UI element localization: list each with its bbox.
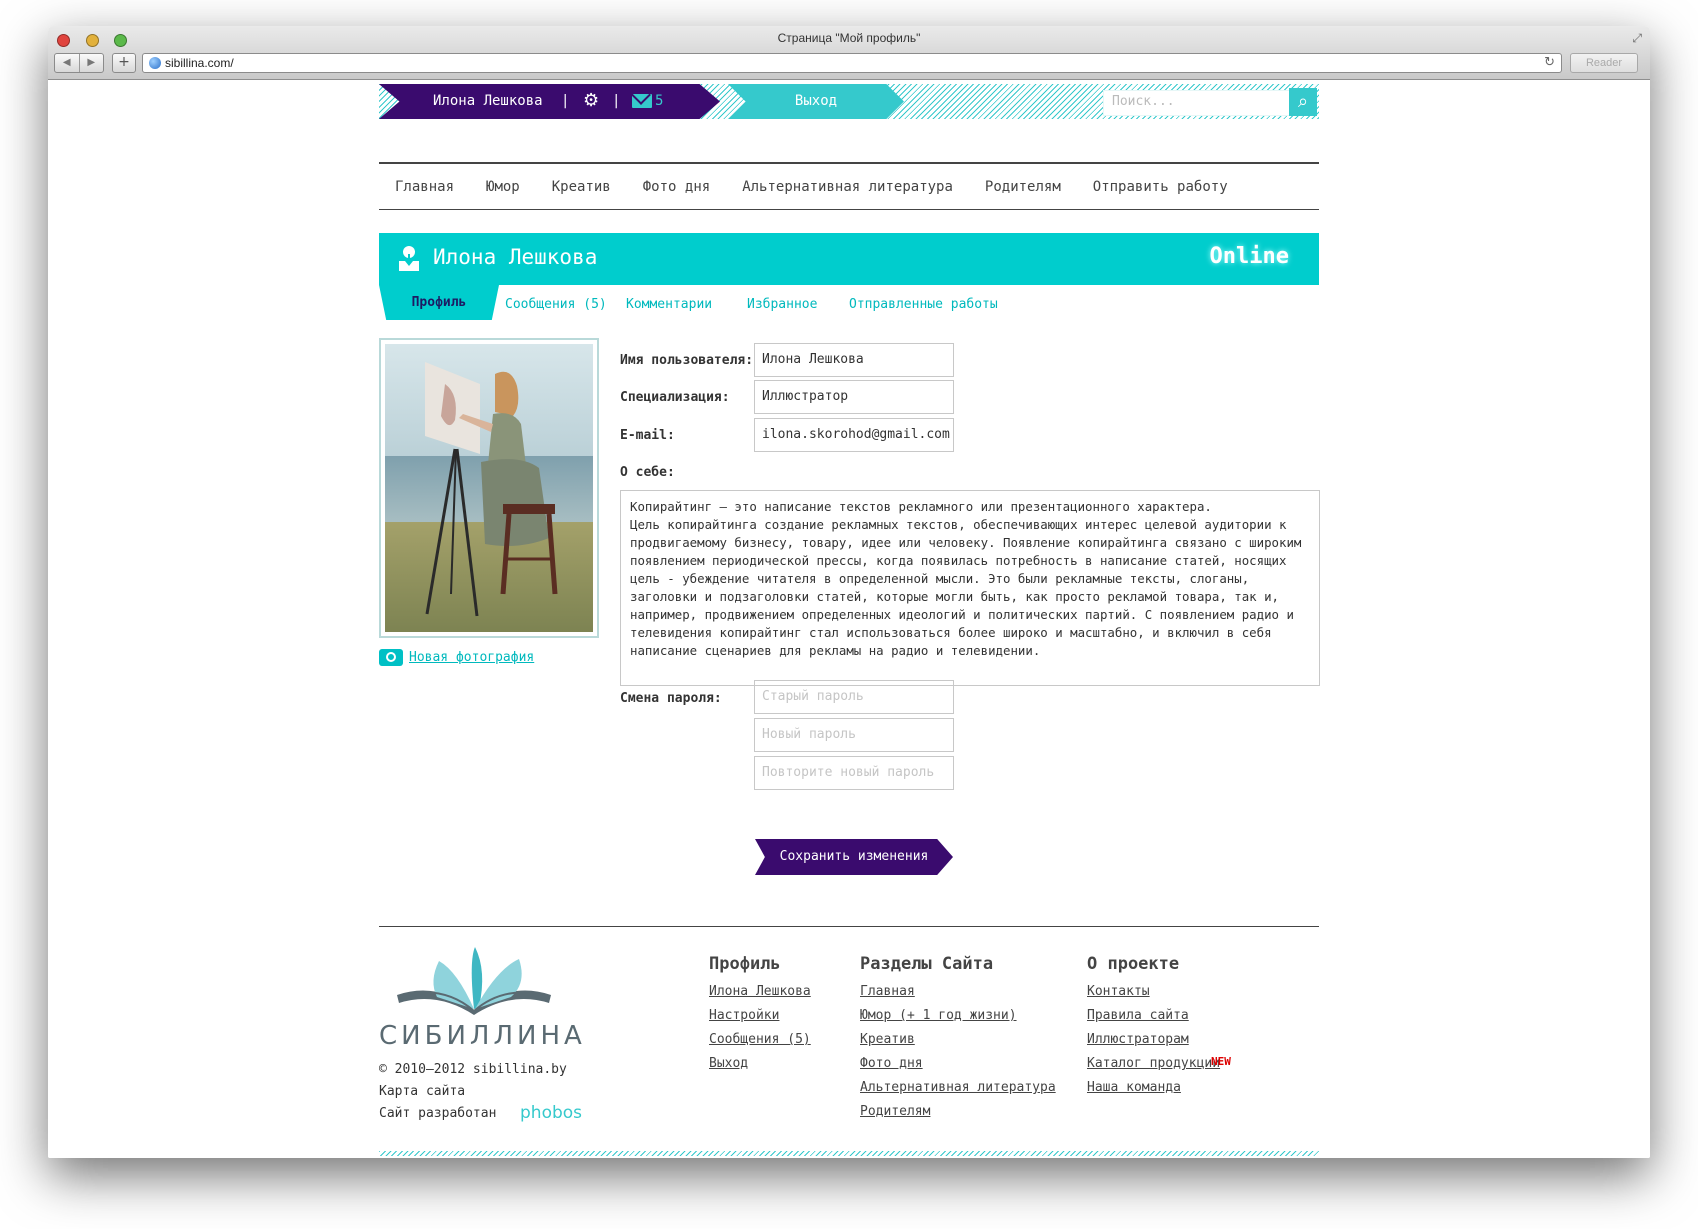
footer-col-title: Профиль	[709, 954, 781, 974]
separator: |	[612, 93, 621, 109]
about-label: О себе:	[620, 465, 675, 480]
new-password-field[interactable]: Новый пароль	[754, 718, 954, 752]
email-label: E-mail:	[620, 428, 675, 443]
specialization-label: Специализация:	[620, 390, 730, 405]
footer-link[interactable]: Настройки	[709, 1008, 811, 1025]
footer-link[interactable]: Родителям	[860, 1104, 1056, 1121]
mail-icon[interactable]	[632, 94, 652, 108]
profile-photo	[379, 338, 599, 638]
gear-icon[interactable]: ⚙	[583, 90, 599, 111]
tab-favorites[interactable]: Избранное	[747, 297, 817, 312]
globe-icon	[149, 57, 161, 69]
online-status: Online	[1209, 244, 1289, 269]
reader-button[interactable]: Reader	[1570, 53, 1638, 73]
footer-col-title: Разделы Сайта	[860, 954, 994, 974]
main-nav: Главная Юмор Креатив Фото дня Альтернати…	[379, 162, 1319, 210]
footer-col-title: О проекте	[1087, 954, 1180, 974]
book-logo-icon	[397, 947, 551, 1015]
copyright: © 2010–2012 sibillina.by	[379, 1062, 567, 1077]
password-label: Смена пароля:	[620, 691, 722, 706]
mail-count[interactable]: 5	[655, 93, 663, 109]
profile-name: Илона Лешкова	[433, 245, 598, 269]
footer-link[interactable]: Юмор (+ 1 год жизни)	[860, 1008, 1056, 1025]
save-label: Сохранить изменения	[779, 849, 929, 864]
footer-stripe	[379, 1151, 1319, 1156]
footer-col-profile: Профиль Илона Лешкова Настройки Сообщени…	[709, 954, 811, 1080]
footer-link[interactable]: Контакты	[1087, 984, 1220, 1001]
repeat-password-field[interactable]: Повторите новый пароль	[754, 756, 954, 790]
tab-messages[interactable]: Сообщения (5)	[505, 297, 607, 312]
developer-logo[interactable]: phobos	[520, 1103, 582, 1123]
fullscreen-icon[interactable]: ⤢	[1632, 31, 1642, 46]
footer-col-about: О проекте Контакты Правила сайта Иллюстр…	[1087, 954, 1220, 1104]
nav-item-home[interactable]: Главная	[395, 179, 454, 195]
nav-item-photo-of-day[interactable]: Фото дня	[643, 179, 710, 195]
new-tab-button[interactable]: +	[112, 53, 136, 73]
footer-link[interactable]: Каталог продукции	[1087, 1056, 1220, 1073]
forward-button[interactable]: ▶	[80, 54, 104, 72]
specialization-field[interactable]: Иллюстратор	[754, 380, 954, 414]
username-label: Имя пользователя:	[620, 353, 754, 368]
footer-link[interactable]: Альтернативная литература	[860, 1080, 1056, 1097]
old-password-field[interactable]: Старый пароль	[754, 680, 954, 714]
nav-item-alt-literature[interactable]: Альтернативная литература	[742, 179, 953, 195]
sitemap-link[interactable]: Карта сайта	[379, 1084, 465, 1099]
new-photo-label: Новая фотография	[409, 650, 535, 665]
footer-link[interactable]: Наша команда	[1087, 1080, 1220, 1097]
new-badge: NEW	[1211, 1055, 1231, 1068]
nav-item-submit-work[interactable]: Отправить работу	[1093, 179, 1228, 195]
address-bar[interactable]: sibillina.com/ ↻	[142, 53, 1562, 73]
footer-link[interactable]: Выход	[709, 1056, 811, 1073]
footer-link[interactable]: Фото дня	[860, 1056, 1056, 1073]
logo-text: СИБИЛЛИНА	[379, 1021, 586, 1051]
footer-link[interactable]: Креатив	[860, 1032, 1056, 1049]
save-button[interactable]: Сохранить изменения	[755, 839, 953, 875]
footer-link[interactable]: Правила сайта	[1087, 1008, 1220, 1025]
window-title: Страница "Мой профиль"	[777, 31, 921, 45]
profile-tabs: Профиль Сообщения (5) Комментарии Избран…	[379, 285, 1319, 320]
tab-sent-works[interactable]: Отправленные работы	[849, 297, 998, 312]
about-textarea[interactable]: Копирайтинг – это написание текстов рекл…	[620, 490, 1320, 686]
top-user-name[interactable]: Илона Лешкова	[433, 93, 543, 109]
footer-link[interactable]: Сообщения (5)	[709, 1032, 811, 1049]
nav-item-parents[interactable]: Родителям	[985, 179, 1061, 195]
nav-item-humor[interactable]: Юмор	[486, 179, 520, 195]
browser-titlebar: Страница "Мой профиль" ⤢ ◀ ▶ + sibillina…	[48, 26, 1650, 80]
footer-col-sections: Разделы Сайта Главная Юмор (+ 1 год жизн…	[860, 954, 1056, 1128]
camera-icon	[379, 649, 403, 666]
back-button[interactable]: ◀	[55, 54, 80, 72]
search-icon[interactable]: ⌕	[1289, 88, 1317, 116]
email-field[interactable]: ilona.skorohod@gmail.com	[754, 418, 954, 452]
separator: |	[561, 93, 570, 109]
footer-link[interactable]: Иллюстраторам	[1087, 1032, 1220, 1049]
history-nav: ◀ ▶	[54, 53, 104, 73]
search-input[interactable]: Поиск...	[1103, 90, 1299, 116]
tab-label: Профиль	[411, 295, 467, 310]
browser-window: Страница "Мой профиль" ⤢ ◀ ▶ + sibillina…	[48, 26, 1650, 1158]
user-download-icon	[399, 246, 419, 271]
url-text[interactable]: sibillina.com/	[165, 56, 234, 70]
nav-item-creative[interactable]: Креатив	[552, 179, 611, 195]
reload-icon[interactable]: ↻	[1544, 55, 1555, 70]
site-logo[interactable]: СИБИЛЛИНА	[379, 941, 582, 1061]
logout-label: Выход	[794, 93, 838, 109]
logout-button[interactable]: Выход	[728, 84, 904, 119]
web-page: Илона Лешкова | ⚙ | 5 Выход Поиск... ⌕ Г…	[48, 81, 1650, 1158]
profile-header: Илона Лешкова Online	[379, 233, 1319, 285]
tab-comments[interactable]: Комментарии	[626, 297, 712, 312]
footer-link[interactable]: Главная	[860, 984, 1056, 1001]
username-field[interactable]: Илона Лешкова	[754, 343, 954, 377]
footer-divider	[379, 926, 1319, 927]
tab-profile[interactable]: Профиль	[379, 285, 499, 320]
user-panel: Илона Лешкова | ⚙ | 5	[379, 84, 720, 119]
footer-link[interactable]: Илона Лешкова	[709, 984, 811, 1001]
developed-by-label: Сайт разработан	[379, 1106, 497, 1121]
